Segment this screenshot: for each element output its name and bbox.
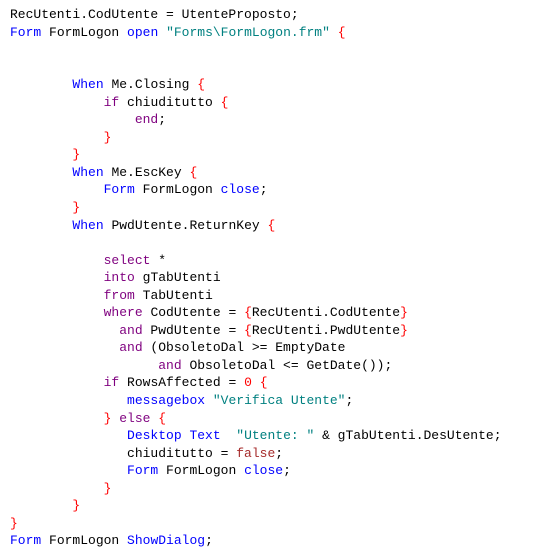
code-line: } bbox=[10, 147, 80, 162]
code-line: } bbox=[10, 130, 111, 145]
code-line: Desktop Text "Utente: " & gTabUtenti.Des… bbox=[10, 428, 502, 443]
code-line: } else { bbox=[10, 411, 166, 426]
code-line: When Me.Closing { bbox=[10, 77, 205, 92]
code-line: messagebox "Verifica Utente"; bbox=[10, 393, 353, 408]
code-line: if chiuditutto { bbox=[10, 95, 228, 110]
code-line: } bbox=[10, 200, 80, 215]
code-line: if RowsAffected = 0 { bbox=[10, 375, 268, 390]
code-line: Form FormLogon close; bbox=[10, 182, 268, 197]
code-line: into gTabUtenti bbox=[10, 270, 221, 285]
code-block: RecUtenti.CodUtente = UtenteProposto; Fo… bbox=[10, 6, 539, 550]
code-line: chiuditutto = false; bbox=[10, 446, 283, 461]
code-line: Form FormLogon open "Forms\FormLogon.frm… bbox=[10, 25, 346, 40]
code-line: } bbox=[10, 481, 111, 496]
code-line: Form FormLogon close; bbox=[10, 463, 291, 478]
code-line: When PwdUtente.ReturnKey { bbox=[10, 218, 275, 233]
code-line: } bbox=[10, 516, 18, 531]
code-line: and ObsoletoDal <= GetDate()); bbox=[10, 358, 392, 373]
code-line: where CodUtente = {RecUtenti.CodUtente} bbox=[10, 305, 408, 320]
code-line: } bbox=[10, 498, 80, 513]
code-line: Form FormLogon ShowDialog; bbox=[10, 533, 213, 548]
code-line: and PwdUtente = {RecUtenti.PwdUtente} bbox=[10, 323, 408, 338]
code-line: RecUtenti.CodUtente = UtenteProposto; bbox=[10, 7, 299, 22]
code-line: When Me.EscKey { bbox=[10, 165, 197, 180]
code-line: from TabUtenti bbox=[10, 288, 213, 303]
code-line: and (ObsoletoDal >= EmptyDate bbox=[10, 340, 345, 355]
code-line: end; bbox=[10, 112, 166, 127]
code-line: select * bbox=[10, 253, 166, 268]
